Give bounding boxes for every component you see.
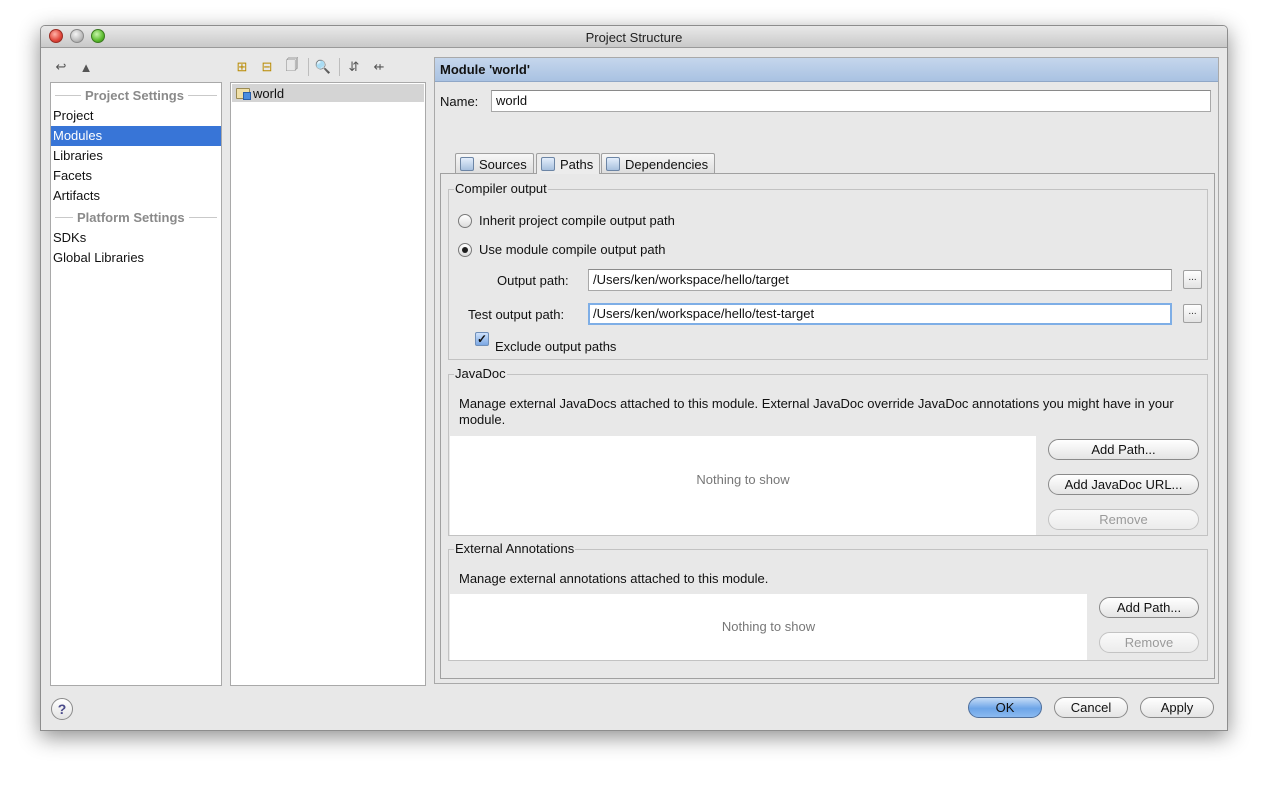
use-module-output-label[interactable]: Use module compile output path	[479, 242, 665, 257]
sources-icon	[460, 157, 474, 171]
compiler-output-group: Compiler output Inherit project compile …	[448, 181, 1208, 360]
apply-button[interactable]: Apply	[1140, 697, 1214, 718]
module-detail-pane: Module 'world' Name: world Sources Paths…	[434, 57, 1219, 684]
add-module-icon[interactable]: ⊞	[234, 59, 250, 75]
javadoc-remove-button[interactable]: Remove	[1048, 509, 1199, 530]
sidebar-item-global-libraries[interactable]: Global Libraries	[51, 248, 221, 268]
module-name-field[interactable]: world	[491, 90, 1211, 112]
cancel-button[interactable]: Cancel	[1054, 697, 1128, 718]
tab-paths[interactable]: Paths	[536, 153, 601, 174]
browse-output-path-button[interactable]: ...	[1183, 270, 1202, 289]
test-output-path-label: Test output path:	[468, 307, 565, 322]
javadoc-title: JavaDoc	[454, 366, 507, 381]
help-button[interactable]: ?	[51, 698, 73, 720]
exclude-output-checkbox[interactable]: ✓	[475, 332, 489, 346]
toolbar-separator	[308, 58, 309, 76]
window-title: Project Structure	[585, 30, 683, 45]
exclude-output-label[interactable]: Exclude output paths	[495, 339, 616, 354]
copy-icon[interactable]: 🗍	[284, 57, 300, 75]
paths-tab-panel: Compiler output Inherit project compile …	[440, 173, 1215, 679]
module-tree: world	[230, 82, 426, 686]
sidebar-item-facets[interactable]: Facets	[51, 166, 221, 186]
annotations-add-path-button[interactable]: Add Path...	[1099, 597, 1199, 618]
back-icon[interactable]: ↩	[53, 59, 69, 75]
dependencies-icon	[606, 157, 620, 171]
browse-test-output-path-button[interactable]: ...	[1183, 304, 1202, 323]
tab-dependencies[interactable]: Dependencies	[601, 153, 716, 174]
name-label: Name:	[440, 94, 479, 109]
add-javadoc-url-button[interactable]: Add JavaDoc URL...	[1048, 474, 1199, 495]
sidebar-item-sdks[interactable]: SDKs	[51, 228, 221, 248]
sidebar-item-modules[interactable]: Modules	[51, 126, 221, 146]
module-folder-icon	[236, 87, 251, 100]
annotations-empty-text: Nothing to show	[721, 619, 816, 634]
test-output-path-field[interactable]: /Users/ken/workspace/hello/test-target	[588, 303, 1172, 325]
inherit-output-label[interactable]: Inherit project compile output path	[479, 213, 675, 228]
tree-item-label: world	[253, 85, 285, 101]
external-annotations-title: External Annotations	[454, 541, 576, 556]
annotations-description: Manage external annotations attached to …	[459, 571, 769, 586]
annotations-remove-button[interactable]: Remove	[1099, 632, 1199, 653]
forward-icon[interactable]: ▲	[78, 59, 94, 75]
module-header: Module 'world'	[435, 58, 1218, 82]
sidebar-item-libraries[interactable]: Libraries	[51, 146, 221, 166]
toolbar-separator	[339, 58, 340, 76]
javadoc-add-path-button[interactable]: Add Path...	[1048, 439, 1199, 460]
annotations-list[interactable]: Nothing to show	[450, 594, 1087, 660]
platform-settings-header: Platform Settings	[51, 209, 221, 225]
ok-button[interactable]: OK	[968, 697, 1042, 718]
remove-module-icon[interactable]: ⊟	[259, 59, 275, 75]
collapse-all-icon[interactable]: ⇷	[371, 59, 387, 75]
tree-item-world[interactable]: world	[232, 84, 424, 102]
compiler-output-title: Compiler output	[454, 181, 548, 196]
inherit-output-radio[interactable]	[458, 214, 472, 228]
expand-all-icon[interactable]: ⇵	[346, 59, 362, 75]
paths-icon	[541, 157, 555, 171]
find-icon[interactable]: 🔍	[315, 59, 331, 75]
settings-sidebar: Project Settings Project Modules Librari…	[50, 82, 222, 686]
sidebar-item-artifacts[interactable]: Artifacts	[51, 186, 221, 206]
title-bar: Project Structure	[41, 26, 1227, 48]
output-path-label: Output path:	[497, 273, 569, 288]
javadoc-empty-text: Nothing to show	[696, 472, 790, 487]
tab-sources[interactable]: Sources	[455, 153, 534, 174]
sidebar-item-project[interactable]: Project	[51, 106, 221, 126]
output-path-field[interactable]: /Users/ken/workspace/hello/target	[588, 269, 1172, 291]
javadoc-list[interactable]: Nothing to show	[450, 436, 1036, 535]
javadoc-group: JavaDoc Manage external JavaDocs attache…	[448, 366, 1208, 536]
use-module-output-radio[interactable]	[458, 243, 472, 257]
javadoc-description: Manage external JavaDocs attached to thi…	[459, 396, 1174, 427]
project-structure-window: Project Structure ↩ ▲ ⊞ ⊟ 🗍 🔍 ⇵ ⇷ Projec…	[40, 25, 1228, 731]
project-settings-header: Project Settings	[51, 87, 221, 103]
external-annotations-group: External Annotations Manage external ann…	[448, 541, 1208, 661]
